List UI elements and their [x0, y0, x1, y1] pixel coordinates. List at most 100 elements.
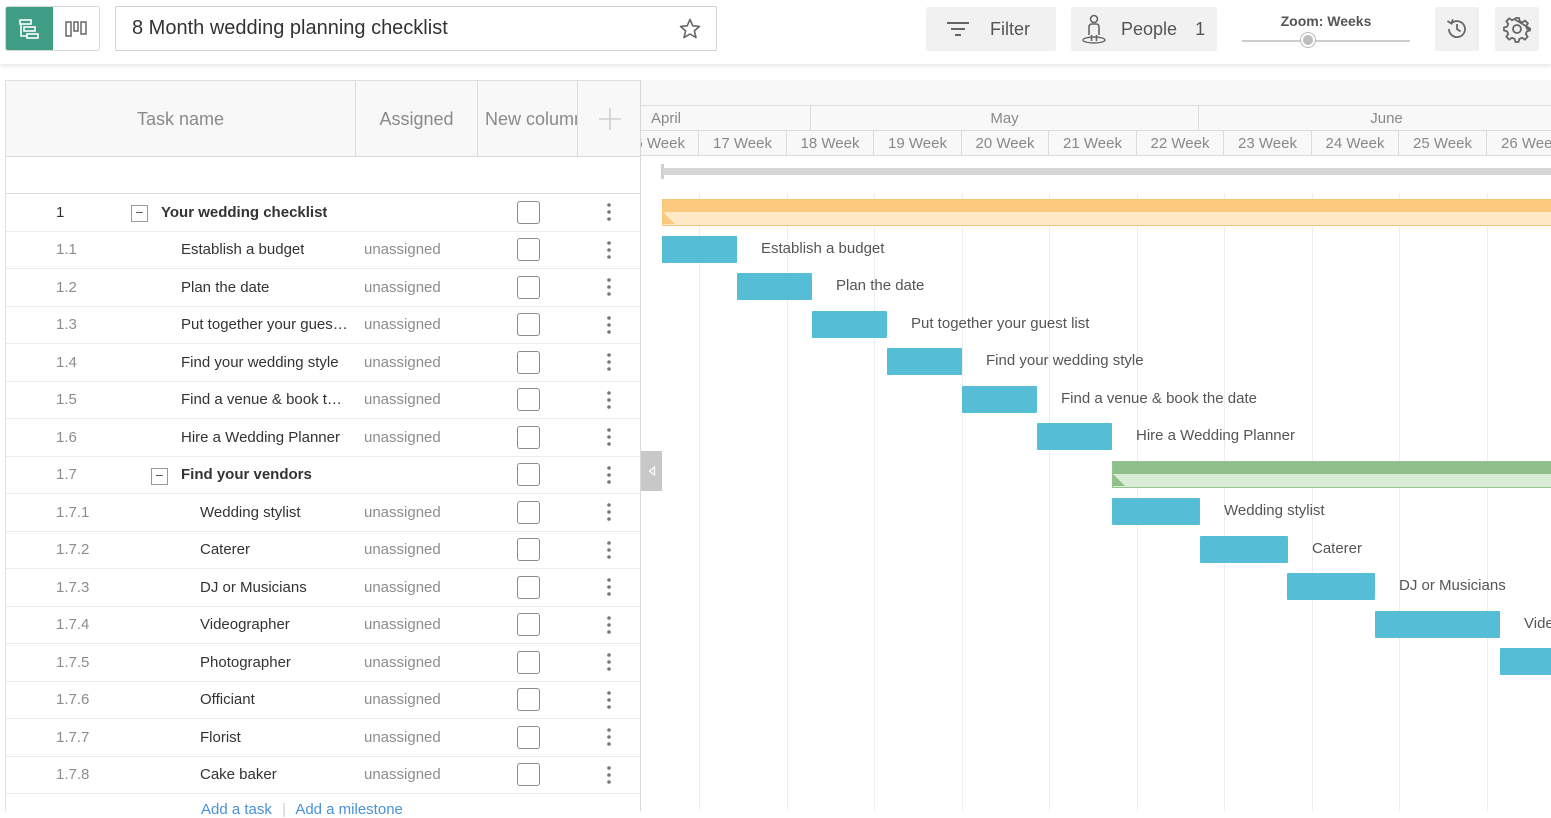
table-row[interactable]: 1 − Your wedding checklist [6, 194, 640, 232]
row-menu-button[interactable] [602, 307, 616, 344]
task-name[interactable]: Find your vendors [181, 457, 312, 494]
row-menu-button[interactable] [602, 457, 616, 494]
task-bar[interactable] [1287, 573, 1375, 600]
assignee[interactable]: unassigned [364, 307, 441, 344]
task-name[interactable]: Videographer [200, 607, 290, 644]
new-column-checkbox[interactable] [517, 457, 540, 494]
row-menu-button[interactable] [602, 269, 616, 306]
assignee[interactable]: unassigned [364, 719, 441, 756]
task-bar[interactable] [962, 385, 1037, 413]
new-column-checkbox[interactable] [517, 494, 540, 531]
assignee[interactable]: unassigned [364, 569, 441, 606]
task-bar[interactable] [737, 273, 812, 300]
task-name[interactable]: DJ or Musicians [200, 569, 307, 606]
history-button[interactable] [1435, 7, 1479, 51]
task-name[interactable]: Find your wedding style [181, 344, 339, 381]
collapse-toggle-icon[interactable]: − [151, 467, 168, 485]
add-milestone-link[interactable]: Add a milestone [295, 801, 403, 818]
new-column-checkbox[interactable] [517, 194, 540, 231]
task-name[interactable]: Your wedding checklist [161, 194, 327, 231]
table-row[interactable]: 1.7.8 Cake baker unassigned [6, 757, 640, 794]
row-menu-button[interactable] [602, 607, 616, 644]
task-name[interactable]: Florist [200, 719, 241, 756]
task-bar[interactable] [1500, 648, 1551, 675]
assignee[interactable]: unassigned [364, 232, 441, 269]
star-icon[interactable] [678, 17, 702, 41]
task-bar[interactable] [1375, 610, 1500, 638]
row-menu-button[interactable] [602, 682, 616, 719]
new-column-checkbox[interactable] [517, 607, 540, 644]
table-row[interactable]: 1.7.7 Florist unassigned [6, 719, 640, 757]
add-column-button[interactable] [578, 81, 642, 157]
project-title-field[interactable]: 8 Month wedding planning checklist [115, 6, 717, 51]
task-bar[interactable] [662, 235, 737, 263]
table-row[interactable]: 1.1 Establish a budget unassigned [6, 232, 640, 269]
column-header-task-name[interactable]: Task name [6, 81, 356, 157]
table-row[interactable]: 1.5 Find a venue & book t… unassigned [6, 382, 640, 419]
new-column-checkbox[interactable] [517, 382, 540, 419]
row-menu-button[interactable] [602, 494, 616, 531]
task-name[interactable]: Wedding stylist [200, 494, 301, 531]
table-row[interactable]: 1.3 Put together your gues… unassigned [6, 307, 640, 344]
task-name[interactable]: Put together your gues… [181, 307, 348, 344]
task-name[interactable]: Photographer [200, 644, 291, 681]
new-column-checkbox[interactable] [517, 569, 540, 606]
task-bar[interactable] [1037, 423, 1112, 450]
gantt-view-button[interactable] [6, 7, 53, 50]
new-column-checkbox[interactable] [517, 757, 540, 794]
row-menu-button[interactable] [602, 719, 616, 756]
task-name[interactable]: Establish a budget [181, 232, 304, 269]
assignee[interactable]: unassigned [364, 269, 441, 306]
assignee[interactable]: unassigned [364, 644, 441, 681]
zoom-slider-track[interactable] [1242, 40, 1410, 42]
new-column-checkbox[interactable] [517, 307, 540, 344]
row-menu-button[interactable] [602, 644, 616, 681]
people-button[interactable]: People 1 [1071, 7, 1217, 51]
row-menu-button[interactable] [602, 569, 616, 606]
new-column-checkbox[interactable] [517, 232, 540, 269]
assignee[interactable]: unassigned [364, 494, 441, 531]
assignee[interactable]: unassigned [364, 419, 441, 456]
table-row[interactable]: 1.4 Find your wedding style unassigned [6, 344, 640, 382]
column-header-new-column[interactable]: New column [478, 81, 578, 157]
new-column-checkbox[interactable] [517, 719, 540, 756]
assignee[interactable]: unassigned [364, 382, 441, 419]
new-column-checkbox[interactable] [517, 532, 540, 569]
new-column-checkbox[interactable] [517, 419, 540, 456]
new-column-checkbox[interactable] [517, 644, 540, 681]
assignee[interactable]: unassigned [364, 757, 441, 794]
task-bar[interactable] [1112, 498, 1200, 525]
assignee[interactable]: unassigned [364, 344, 441, 381]
assignee[interactable]: unassigned [364, 682, 441, 719]
filter-button[interactable]: Filter [926, 7, 1056, 51]
table-row[interactable]: 1.2 Plan the date unassigned [6, 269, 640, 307]
task-name[interactable]: Caterer [200, 532, 250, 569]
settings-button[interactable] [1495, 7, 1539, 51]
summary-bar-find-vendors[interactable] [1112, 461, 1551, 488]
task-name[interactable]: Find a venue & book t… [181, 382, 342, 419]
task-bar[interactable] [812, 310, 887, 338]
row-menu-button[interactable] [602, 194, 616, 231]
timeline-scroll-bar[interactable] [663, 168, 1551, 175]
task-name[interactable]: Hire a Wedding Planner [181, 419, 340, 456]
row-menu-button[interactable] [602, 232, 616, 269]
add-task-link[interactable]: Add a task [201, 801, 272, 818]
collapse-grid-handle[interactable] [641, 451, 662, 491]
zoom-slider-thumb[interactable] [1301, 33, 1315, 47]
new-column-checkbox[interactable] [517, 344, 540, 381]
table-row[interactable]: 1.7.1 Wedding stylist unassigned [6, 494, 640, 532]
assignee[interactable]: unassigned [364, 607, 441, 644]
task-name[interactable]: Cake baker [200, 757, 277, 794]
new-column-checkbox[interactable] [517, 682, 540, 719]
table-row[interactable]: 1.7.6 Officiant unassigned [6, 682, 640, 719]
row-menu-button[interactable] [602, 344, 616, 381]
row-menu-button[interactable] [602, 382, 616, 419]
summary-bar-wedding-checklist[interactable] [662, 199, 1551, 226]
collapse-toggle-icon[interactable]: − [131, 205, 148, 222]
table-row[interactable]: 1.6 Hire a Wedding Planner unassigned [6, 419, 640, 457]
task-name[interactable]: Officiant [200, 682, 255, 719]
task-bar[interactable] [887, 348, 962, 375]
table-row[interactable]: 1.7 − Find your vendors [6, 457, 640, 494]
task-bar[interactable] [1200, 535, 1288, 563]
table-row[interactable]: 1.7.4 Videographer unassigned [6, 607, 640, 644]
